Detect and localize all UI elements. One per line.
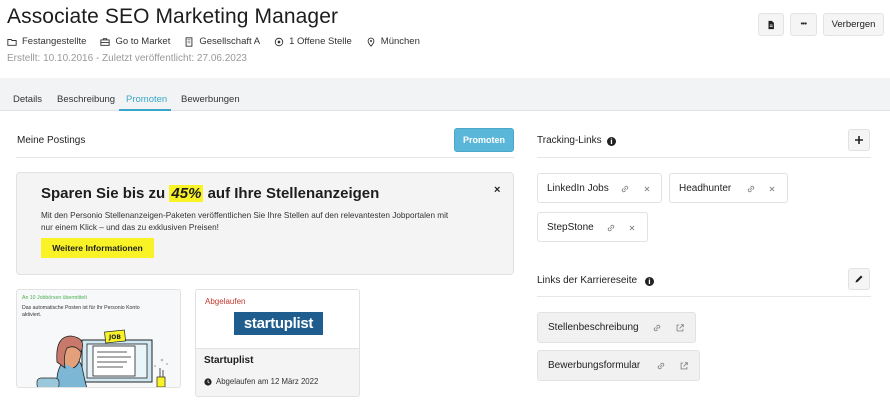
tracking-link-label: LinkedIn Jobs [547,182,609,194]
info-icon[interactable]: i [645,277,654,286]
auto-posting-card[interactable]: An 10 Jobbörsen übermittelt Das automati… [16,289,181,388]
career-links-title: Links der Karriereseite [537,275,638,286]
page-title: Associate SEO Marketing Manager [7,5,339,28]
tab-description[interactable]: Beschreibung [57,94,115,105]
tracking-link-label: Headhunter [679,182,732,194]
banner-text: Mit den Personio Stellenanzeigen-Paketen… [41,211,449,232]
link-icon[interactable] [652,323,662,333]
tab-promote[interactable]: Promoten [126,94,167,105]
meta-label: Festangestellte [22,36,87,47]
meta-department: Go to Market [100,36,170,47]
tab-details[interactable]: Details [13,94,42,105]
edit-career-links-button[interactable] [848,268,870,290]
close-icon[interactable]: × [494,184,500,196]
auto-posting-text: Das automatische Posten ist für Ihr Pers… [22,305,140,318]
link-icon[interactable] [620,184,630,194]
portal-name: Startuplist [204,355,254,366]
pencil-icon [855,275,863,283]
tracking-link-stepstone[interactable]: StepStone [537,212,648,242]
more-options-button[interactable]: ••• [790,13,817,36]
location-pin-icon [367,37,375,47]
meta-label: München [380,36,420,47]
tab-bar: Details Beschreibung Promoten Bewerbunge… [0,78,890,111]
remove-icon[interactable] [767,184,777,194]
link-icon[interactable] [606,223,616,233]
job-dates: Erstellt: 10.10.2016 - Zuletzt veröffent… [7,53,247,64]
document-icon [768,20,774,29]
meta-openings: 1 Offene Stelle [274,36,352,47]
external-link-icon[interactable] [675,323,685,333]
job-meta: Festangestellte Go to Market Gesellschaf… [7,36,434,47]
expired-date: Abgelaufen am 12 März 2022 [216,377,319,386]
meta-label: Gesellschaft A [199,36,261,47]
meta-label: Go to Market [115,36,171,47]
expired-status: Abgelaufen [205,297,246,306]
postings-divider [16,157,514,158]
job-header: Associate SEO Marketing Manager Festange… [0,0,890,78]
plus-icon [855,136,863,144]
meta-employment-type: Festangestellte [7,36,86,47]
more-info-button[interactable]: Weitere Informationen [41,238,154,258]
external-link-icon[interactable] [679,361,689,371]
link-icon[interactable] [656,361,666,371]
startuplist-card[interactable]: Abgelaufen startuplist Startuplist Abgel… [195,289,360,397]
meta-label: 1 Offene Stelle [289,36,352,47]
meta-company: Gesellschaft A [184,36,260,47]
briefcase-icon [100,37,111,46]
hide-button[interactable]: Verbergen [823,13,884,36]
remove-icon[interactable] [627,223,637,233]
promote-button[interactable]: Promoten [454,128,514,152]
auto-posting-status: An 10 Jobbörsen übermittelt [22,295,87,301]
discount-banner: Sparen Sie bis zu 45% auf Ihre Stellenan… [16,172,514,275]
career-divider [537,296,871,297]
banner-discount-highlight: 45% [169,185,204,202]
remove-icon[interactable] [642,184,652,194]
tracking-links-title: Tracking-Links [537,135,602,146]
tracking-divider [537,157,871,158]
card-footer: Startuplist Abgelaufen am 12 März 2022 [196,348,359,396]
document-button[interactable] [758,13,784,36]
career-link-label: Stellenbeschreibung [548,322,639,333]
tracking-link-linkedin[interactable]: LinkedIn Jobs [537,173,662,203]
add-tracking-link-button[interactable] [848,129,870,151]
career-link-application-form[interactable]: Bewerbungsformular [537,350,700,381]
career-link-label: Bewerbungsformular [548,360,641,371]
tracking-link-headhunter[interactable]: Headhunter [669,173,788,203]
target-icon [274,37,284,46]
folder-icon [7,38,17,46]
link-icon[interactable] [746,184,756,194]
career-link-job-description[interactable]: Stellenbeschreibung [537,312,696,343]
startuplist-logo: startuplist [234,312,323,335]
job-posting-illustration: JOB [36,329,168,387]
postings-title: Meine Postings [17,135,86,146]
clock-icon [204,378,212,386]
tracking-link-label: StepStone [547,221,594,233]
tab-applications[interactable]: Bewerbungen [181,94,240,105]
info-icon[interactable]: i [607,137,616,146]
building-icon [185,36,193,47]
meta-location: München [366,36,420,47]
banner-title: Sparen Sie bis zu 45% auf Ihre Stellenan… [41,185,380,202]
active-tab-indicator [119,109,171,111]
job-sticker-text: JOB [108,334,121,341]
